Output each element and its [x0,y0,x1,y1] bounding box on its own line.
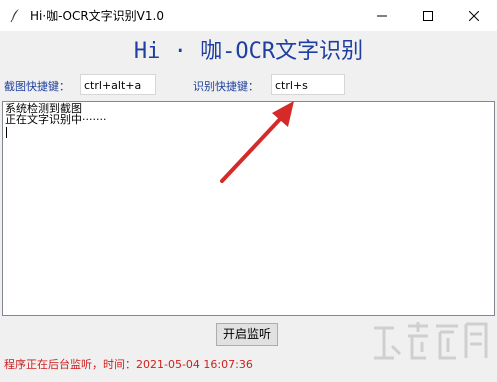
title-bar: Hi·咖-OCR文字识别V1.0 [0,0,497,31]
maximize-button[interactable] [405,0,451,31]
start-listening-button[interactable]: 开启监听 [216,323,278,346]
recognize-hotkey-field[interactable]: ctrl+s [271,74,345,95]
feather-icon [8,7,24,23]
watermark-logo [374,322,488,360]
minimize-icon [377,15,387,16]
maximize-icon [423,10,433,21]
close-icon [469,10,479,21]
app-heading: Hi · 咖-OCR文字识别 [133,39,364,64]
screenshot-hotkey-field[interactable]: ctrl+alt+a [80,74,156,95]
recognize-hotkey-label: 识别快捷键： [193,80,259,93]
close-button[interactable] [451,0,497,31]
app-window: Hi·咖-OCR文字识别V1.0 Hi · 咖-OCR文字识别 截图快捷键： c… [0,0,497,382]
red-arrow-annotation [220,101,294,183]
minimize-button[interactable] [359,0,405,31]
screenshot-hotkey-label: 截图快捷键： [4,80,70,93]
status-text: 程序正在后台监听，时间：2021-05-04 16:07:36 [4,358,253,371]
window-title: Hi·咖-OCR文字识别V1.0 [30,9,164,23]
text-caret [6,127,7,138]
